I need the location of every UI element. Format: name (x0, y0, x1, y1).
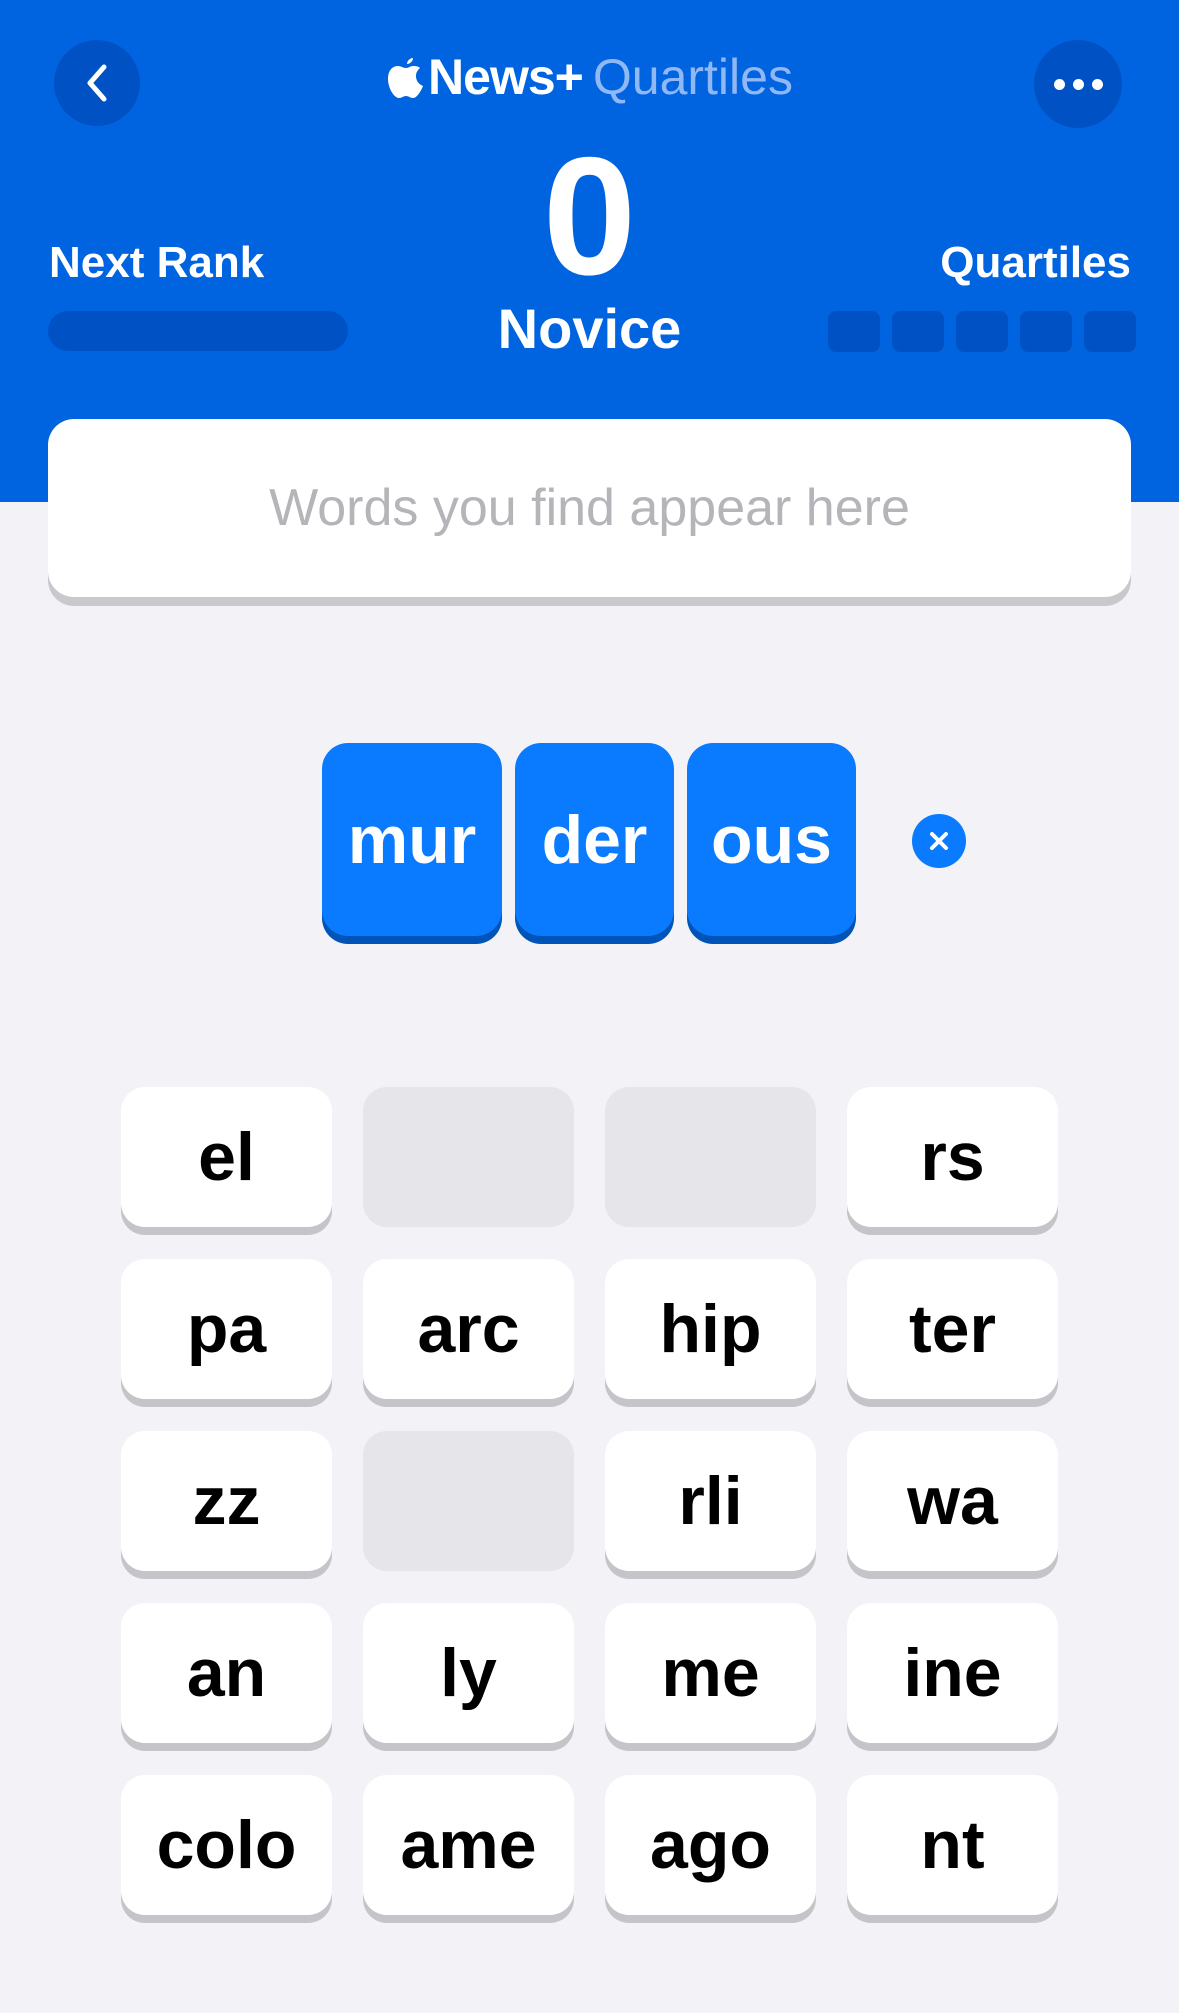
word-tile[interactable]: me (605, 1603, 816, 1743)
empty-tile-slot (363, 1431, 574, 1571)
word-tile[interactable]: hip (605, 1259, 816, 1399)
quartiles-label: Quartiles (940, 238, 1131, 287)
selected-tile[interactable]: ous (687, 743, 856, 936)
word-tile[interactable]: rli (605, 1431, 816, 1571)
next-rank-progress-bar (48, 311, 348, 351)
word-tile[interactable]: el (121, 1087, 332, 1227)
ellipsis-icon (1053, 78, 1103, 90)
word-tile[interactable]: nt (847, 1775, 1058, 1915)
quartile-slot (1020, 311, 1072, 352)
empty-tile-slot (363, 1087, 574, 1227)
word-tile[interactable]: ago (605, 1775, 816, 1915)
clear-selection-button[interactable] (912, 814, 966, 868)
app-brand: News+ Quartiles (0, 48, 1179, 106)
selected-tiles: mur der ous (0, 743, 1179, 943)
empty-tile-slot (605, 1087, 816, 1227)
found-words-placeholder: Words you find appear here (269, 479, 910, 537)
word-tile[interactable]: an (121, 1603, 332, 1743)
brand-news-label: News+ (428, 49, 584, 105)
word-tile[interactable]: wa (847, 1431, 1058, 1571)
quartile-slot (956, 311, 1008, 352)
word-tile[interactable]: zz (121, 1431, 332, 1571)
word-tile[interactable]: rs (847, 1087, 1058, 1227)
apple-logo-icon (388, 58, 424, 98)
quartile-slot (828, 311, 880, 352)
word-tile[interactable]: ame (363, 1775, 574, 1915)
selected-tile[interactable]: der (515, 743, 674, 936)
quartile-slot (892, 311, 944, 352)
tile-grid: el rs pa arc hip ter zz rli wa an ly me ine colo ame ag… (121, 1087, 1059, 1915)
more-button[interactable] (1034, 40, 1122, 128)
word-tile[interactable]: ly (363, 1603, 574, 1743)
word-tile[interactable]: pa (121, 1259, 332, 1399)
next-rank-label: Next Rank (49, 238, 265, 287)
word-tile[interactable]: colo (121, 1775, 332, 1915)
close-icon (930, 832, 948, 850)
quartile-slot (1084, 311, 1136, 352)
quartiles-progress (828, 311, 1136, 352)
word-tile[interactable]: arc (363, 1259, 574, 1399)
brand-game-label: Quartiles (592, 49, 793, 105)
word-tile[interactable]: ter (847, 1259, 1058, 1399)
found-words-box: Words you find appear here (48, 419, 1131, 597)
word-tile[interactable]: ine (847, 1603, 1058, 1743)
selected-tile[interactable]: mur (322, 743, 502, 936)
